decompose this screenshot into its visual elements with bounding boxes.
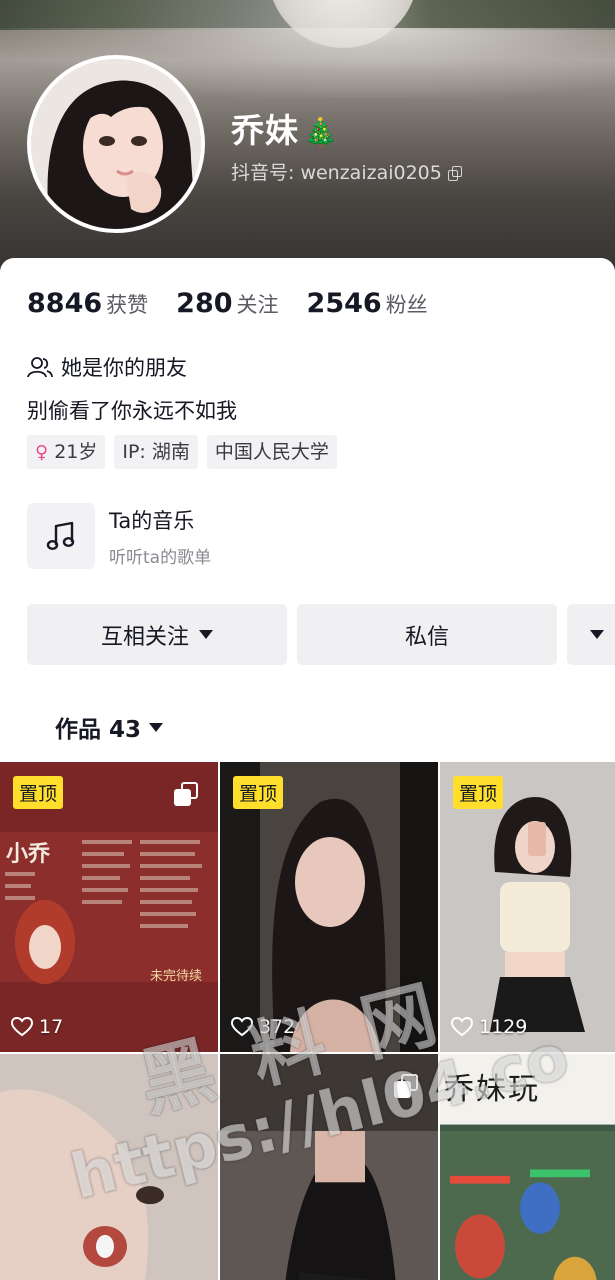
stat-following-value: 280 [176, 288, 233, 319]
pinned-badge: 置顶 [233, 776, 284, 809]
more-options-button[interactable] [567, 604, 615, 665]
pinned-badge: 置顶 [13, 776, 64, 809]
stat-followers-value: 2546 [306, 288, 382, 319]
mutual-follow-button[interactable]: 互相关注 [27, 604, 287, 665]
thumbnail-title: 小乔 [6, 841, 51, 867]
heart-icon [231, 1017, 253, 1037]
work-thumbnail[interactable]: 小乔 未完待续 置顶 17 [0, 762, 218, 1052]
stat-likes-label: 获赞 [106, 293, 149, 317]
friend-relation-text: 她是你的朋友 [61, 356, 187, 380]
works-grid: 小乔 未完待续 置顶 17 置顶 372 置顶 1129 乔妹玩 [0, 762, 615, 1280]
thumbnail-image [0, 1054, 218, 1280]
thumbnail-title: 乔妹玩 [444, 1072, 540, 1107]
music-icon-box [27, 503, 95, 569]
female-gender-icon: ♀ [35, 442, 49, 463]
nickname-text: 乔妹 [231, 111, 299, 150]
multi-image-icon [394, 1074, 418, 1098]
stat-followers-label: 粉丝 [385, 293, 428, 317]
douyin-id-text: 抖音号: wenzaizai0205 [231, 162, 442, 184]
mutual-follow-label: 互相关注 [100, 624, 189, 650]
stat-following-label: 关注 [236, 293, 279, 317]
pinned-badge: 置顶 [453, 776, 504, 809]
stat-followers[interactable]: 2546 粉丝 [307, 288, 428, 319]
profile-bio: 别偷看了你永远不如我 [27, 399, 237, 423]
christmas-tree-icon: 🎄 [303, 116, 339, 149]
stat-likes[interactable]: 8846 获赞 [27, 288, 148, 319]
caret-down-icon [199, 630, 213, 639]
action-buttons: 互相关注 私信 [27, 604, 615, 665]
profile-tags: ♀ 21岁 IP: 湖南 中国人民大学 [27, 435, 346, 469]
message-button[interactable]: 私信 [297, 604, 557, 665]
heart-icon [451, 1017, 473, 1037]
avatar[interactable] [27, 55, 205, 233]
music-subtitle: 听听ta的歌单 [109, 547, 212, 568]
tag-ip: IP: 湖南 [114, 435, 198, 469]
tag-age: ♀ 21岁 [27, 435, 106, 469]
tab-works[interactable]: 作品 43 [55, 710, 164, 744]
profile-nickname: 乔妹 🎄 [231, 104, 339, 152]
music-entry[interactable]: Ta的音乐 听听ta的歌单 [27, 503, 211, 569]
music-text: Ta的音乐 听听ta的歌单 [109, 505, 211, 568]
thumbnail-caption: 未完待续 [150, 969, 203, 984]
like-count: 1129 [451, 1016, 527, 1038]
avatar-photo [31, 59, 201, 229]
tag-age-text: 21岁 [54, 441, 98, 463]
friends-icon [27, 357, 53, 378]
stat-likes-value: 8846 [27, 288, 103, 319]
work-thumbnail[interactable] [220, 1054, 438, 1280]
like-count-text: 17 [39, 1016, 64, 1038]
caret-down-icon [590, 630, 604, 639]
tab-works-label: 作品 43 [55, 717, 142, 743]
message-label: 私信 [404, 624, 449, 650]
music-title: Ta的音乐 [109, 508, 195, 533]
like-count: 372 [231, 1016, 295, 1038]
douyin-id[interactable]: 抖音号: wenzaizai0205 [231, 158, 462, 185]
work-thumbnail[interactable]: 置顶 372 [220, 762, 438, 1052]
tag-school[interactable]: 中国人民大学 [206, 435, 337, 469]
music-note-icon [46, 521, 75, 551]
profile-stats: 8846 获赞 280 关注 2546 粉丝 [27, 288, 456, 319]
work-thumbnail[interactable] [0, 1054, 218, 1280]
work-thumbnail[interactable]: 乔妹玩 [440, 1054, 615, 1280]
like-count-text: 372 [259, 1016, 296, 1038]
caret-down-icon [149, 722, 164, 732]
heart-icon [11, 1017, 33, 1037]
like-count-text: 1129 [479, 1016, 528, 1038]
like-count: 17 [11, 1016, 63, 1038]
stat-following[interactable]: 280 关注 [176, 288, 278, 319]
friend-relation: 她是你的朋友 [27, 352, 187, 382]
multi-image-icon [174, 782, 198, 806]
work-thumbnail[interactable]: 置顶 1129 [440, 762, 615, 1052]
copy-icon[interactable] [447, 166, 462, 181]
